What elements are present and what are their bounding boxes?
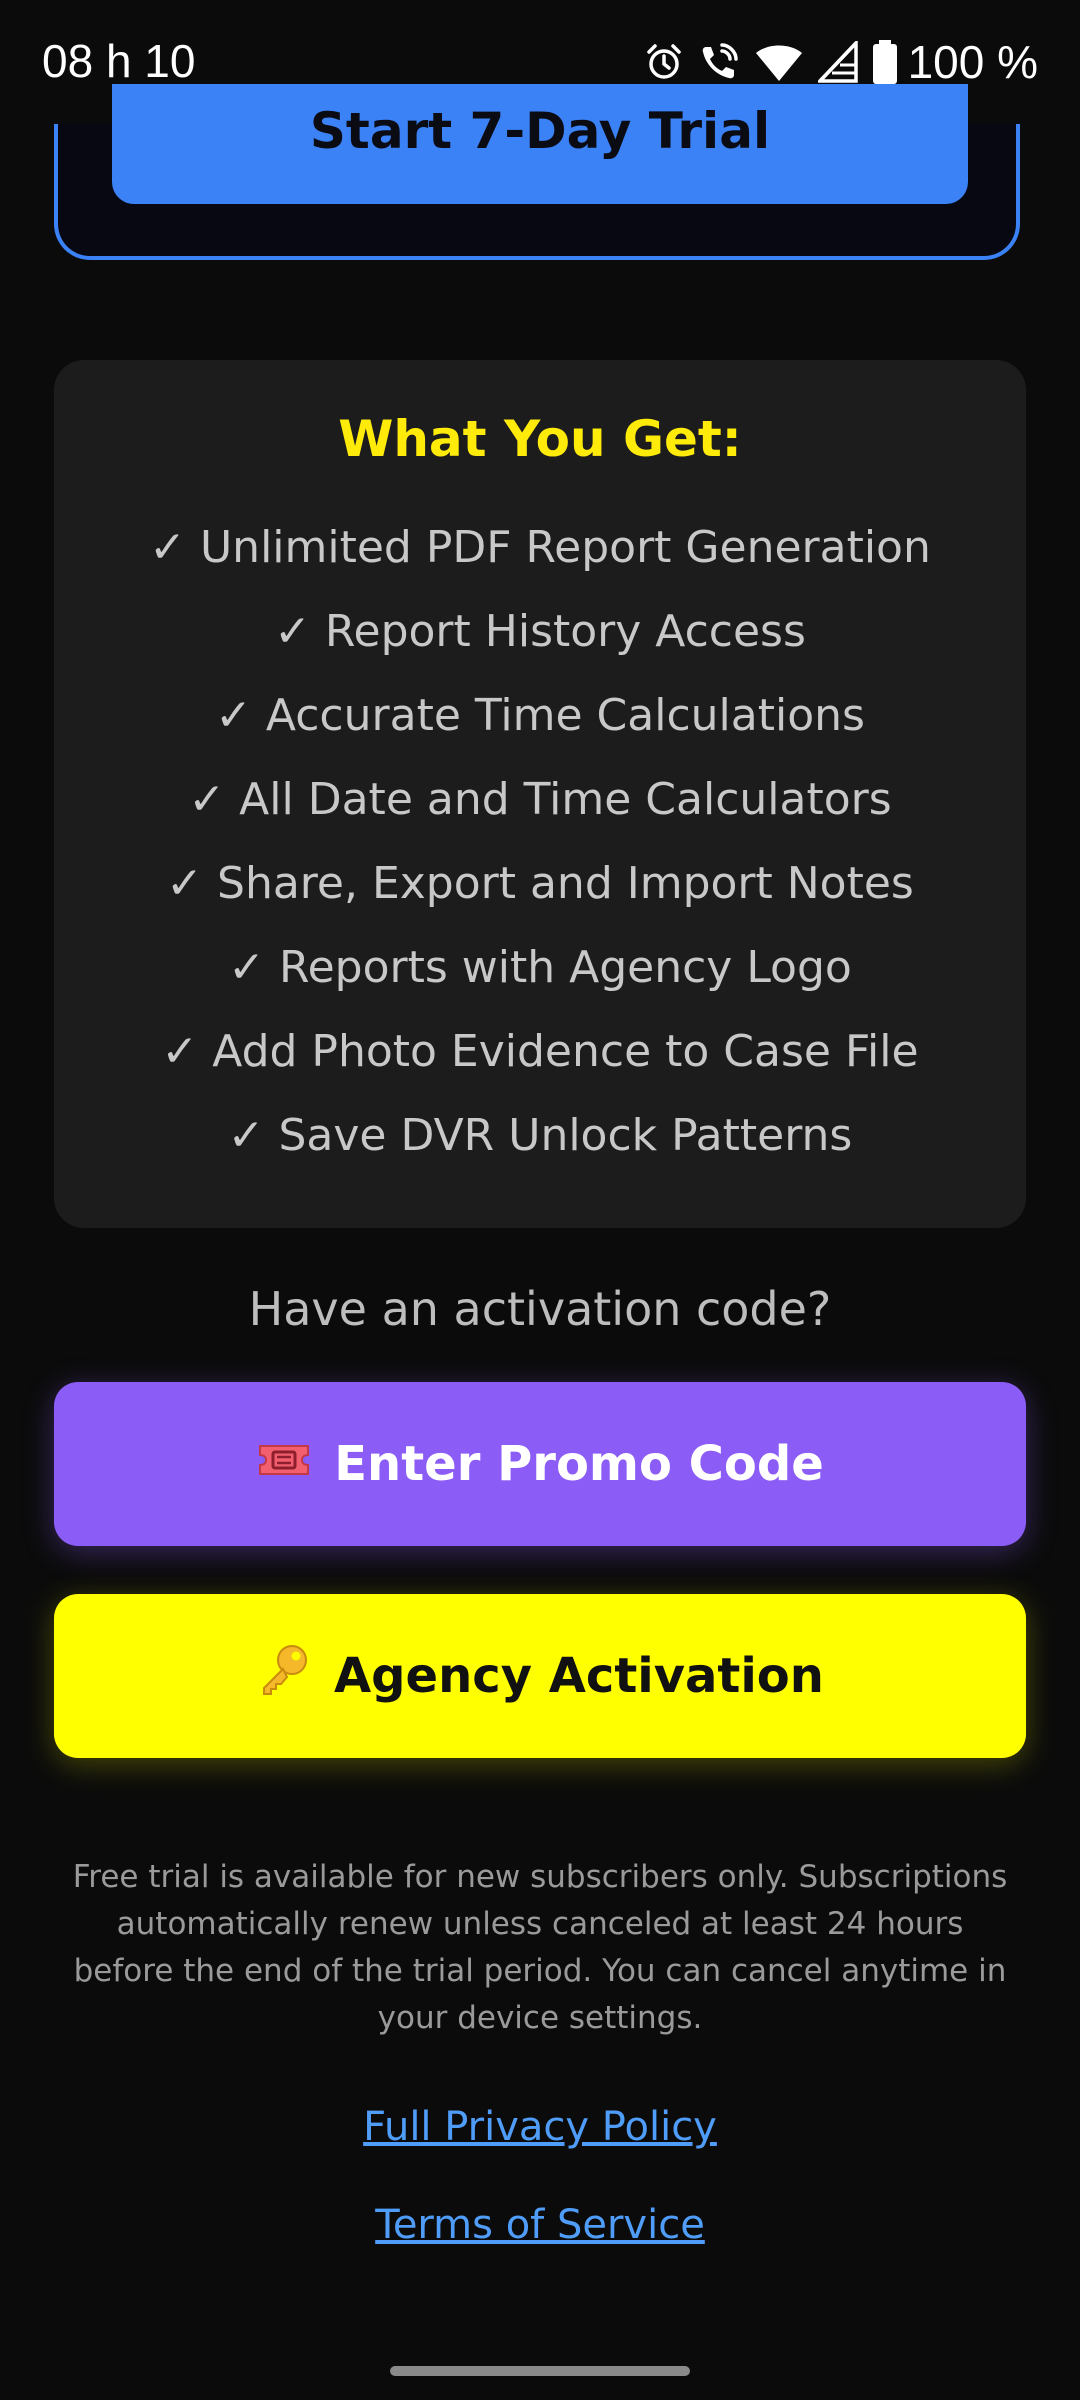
wifi-call-icon (698, 41, 740, 83)
feature-item: ✓ Reports with Agency Logo (228, 942, 852, 993)
features-list: ✓ Unlimited PDF Report Generation ✓ Repo… (54, 506, 1026, 1178)
wifi-icon (754, 41, 804, 83)
feature-item: ✓ Report History Access (274, 606, 806, 657)
subscription-disclaimer: Free trial is available for new subscrib… (72, 1859, 1008, 2036)
battery-level: 100 % (907, 36, 1038, 88)
feature-item: ✓ Accurate Time Calculations (215, 690, 865, 741)
agency-button-label: Agency Activation (334, 1648, 824, 1704)
feature-item: ✓ Save DVR Unlock Patterns (227, 1110, 853, 1161)
alarm-icon (644, 42, 684, 82)
key-icon (256, 1642, 312, 1710)
terms-of-service-link[interactable]: Terms of Service (0, 2202, 1080, 2248)
feature-item: ✓ Add Photo Evidence to Case File (161, 1026, 919, 1077)
features-title: What You Get: (338, 410, 742, 468)
promo-button-label: Enter Promo Code (334, 1436, 824, 1492)
enter-promo-code-button[interactable]: Enter Promo Code (54, 1382, 1026, 1546)
feature-item: ✓ Share, Export and Import Notes (166, 858, 914, 909)
home-indicator[interactable] (390, 2366, 690, 2376)
features-card: What You Get: ✓ Unlimited PDF Report Gen… (54, 360, 1026, 1228)
agency-activation-button[interactable]: Agency Activation (54, 1594, 1026, 1758)
battery-icon (872, 40, 898, 84)
ticket-icon (256, 1436, 312, 1492)
status-time: 08 h 10 (42, 35, 196, 87)
signal-icon (817, 41, 858, 83)
feature-item: ✓ Unlimited PDF Report Generation (149, 522, 931, 573)
feature-item: ✓ All Date and Time Calculators (188, 774, 892, 825)
start-trial-button[interactable]: Start 7-Day Trial (112, 84, 968, 204)
privacy-policy-link[interactable]: Full Privacy Policy (0, 2104, 1080, 2150)
activation-question: Have an activation code? (248, 1282, 832, 1336)
